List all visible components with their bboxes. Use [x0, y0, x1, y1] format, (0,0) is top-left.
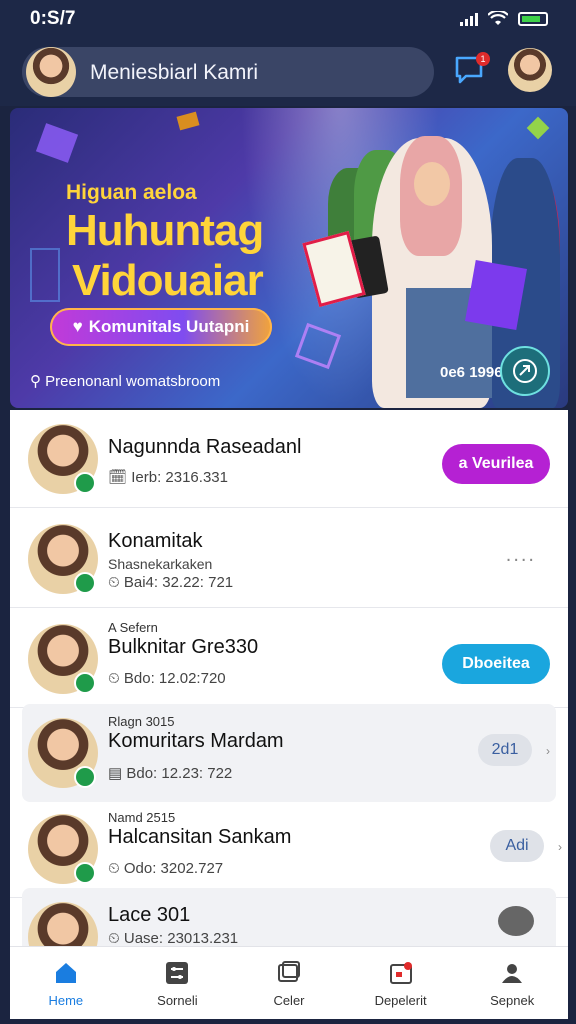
search-bar[interactable]: Meniesbiarl Kamri	[22, 47, 434, 97]
wifi-icon	[488, 11, 508, 25]
online-badge-icon	[74, 862, 96, 884]
user-avatar[interactable]	[26, 47, 76, 97]
item-meta: ⏲ Uase: 23013.231	[108, 930, 238, 946]
notification-badge: 1	[476, 52, 490, 66]
arrow-icon	[513, 359, 537, 383]
item-subtitle: Shasnekarkaken	[108, 556, 213, 572]
list-item[interactable]: Lace 301 ⏲ Uase: 23013.231	[22, 888, 556, 946]
heart-icon: ♥	[72, 317, 83, 336]
clock-icon: ⏲	[108, 574, 124, 591]
hero-subtitle-text: Preenonanl womatsbroom	[45, 373, 221, 390]
pin-icon: ⚲	[30, 373, 46, 390]
nav-profile[interactable]: Sepnek	[456, 947, 568, 1019]
nav-label: Celer	[273, 992, 305, 1008]
chevron-right-icon: ›	[546, 744, 550, 758]
signal-icon	[460, 12, 478, 26]
home-icon	[55, 962, 76, 983]
app-header: Meniesbiarl Kamri 1	[0, 38, 576, 106]
status-icons	[460, 11, 548, 27]
chevron-right-icon: ›	[558, 840, 562, 854]
battery-icon	[518, 12, 548, 26]
list-item[interactable]: Rlagn 3015 Komuritars Mardam ▤ Bdo: 12.2…	[22, 704, 556, 802]
item-name: Nagunnda Raseadanl	[108, 436, 302, 458]
confetti-shape	[30, 248, 60, 302]
online-badge-icon	[74, 766, 96, 788]
hero-next-button[interactable]	[500, 346, 550, 396]
nav-settings[interactable]: Sorneli	[122, 947, 234, 1019]
item-kicker: Namd 2515	[108, 810, 176, 825]
header-title: Meniesbiarl Kamri	[90, 61, 259, 84]
item-meta-text: Bdo: 12.23: 722	[126, 765, 233, 782]
calendar-icon: 🗓	[108, 469, 132, 486]
confetti-shape	[176, 111, 200, 131]
clock-icon: ⏲	[108, 930, 124, 946]
item-meta: 🗓 Ierb: 2316.331	[108, 468, 228, 486]
item-meta: ⏲ Odo: 3202.727	[108, 860, 223, 877]
nav-label: Sepnek	[490, 992, 535, 1008]
community-list: Nagunnda Raseadanl 🗓 Ierb: 2316.331 a Ve…	[10, 410, 568, 946]
nav-gallery[interactable]: Celer	[233, 947, 345, 1019]
join-button[interactable]: a Veurilea	[442, 444, 550, 484]
hero-cta-label: Komunitals Uutapni	[88, 317, 250, 336]
calendar-icon: ▤	[108, 765, 127, 782]
group-chat-icon[interactable]	[498, 906, 534, 936]
item-meta-text: Uase: 23013.231	[123, 930, 239, 946]
nav-label: Sorneli	[157, 992, 198, 1008]
hero-cta-button[interactable]: ♥ Komunitals Uutapni	[50, 308, 272, 346]
hero-banner[interactable]: Higuan aeloa Huhuntag Vidouaiar ♥ Komuni…	[10, 108, 568, 408]
online-badge-icon	[74, 472, 96, 494]
profile-avatar[interactable]	[508, 48, 552, 92]
item-meta: ⏲ Bdo: 12.02:720	[108, 670, 226, 687]
online-badge-icon	[74, 572, 96, 594]
list-item[interactable]: Namd 2515 Halcansitan Sankam ⏲ Odo: 3202…	[10, 800, 568, 898]
item-meta-text: Bai4: 32.22: 721	[123, 574, 234, 591]
hero-subtitle: ⚲ Preenonanl womatsbroom	[30, 372, 220, 390]
item-meta-text: Odo: 3202.727	[123, 860, 224, 877]
member-count-pill[interactable]: 2d1	[478, 734, 532, 766]
bottom-navigation: Heme Sorneli Celer Depelerit Sepnek	[10, 946, 568, 1019]
item-meta-text: Ierb: 2316.331	[131, 469, 228, 486]
item-name: Lace 301	[108, 904, 191, 926]
item-kicker: A Sefern	[108, 620, 158, 635]
hero-kicker: Higuan aeloa	[66, 181, 197, 204]
item-name: Bulknitar Gre330	[108, 636, 259, 658]
list-item[interactable]: Konamitak Shasnekarkaken ⏲ Bai4: 32.22: …	[10, 510, 568, 608]
item-meta: ⏲ Bai4: 32.22: 721	[108, 574, 233, 591]
clock-icon: ⏲	[108, 860, 124, 877]
messages-button[interactable]: 1	[452, 52, 492, 92]
calendar-badge-icon	[389, 961, 412, 984]
profile-icon	[502, 963, 523, 983]
item-meta-text: Bdo: 12.02:720	[123, 670, 226, 687]
item-kicker: Rlagn 3015	[108, 714, 175, 729]
more-options-button[interactable]: ....	[506, 544, 536, 567]
status-time: 0:S/7	[30, 8, 76, 29]
avatar	[28, 902, 98, 946]
item-name: Halcansitan Sankam	[108, 826, 292, 848]
nav-label: Heme	[48, 992, 84, 1008]
hero-title-line2: Vidouaiar	[72, 256, 264, 305]
sliders-icon	[166, 961, 189, 984]
gallery-icon	[277, 960, 300, 982]
hero-title-line1: Huhuntag	[66, 206, 264, 255]
status-bar: 0:S/7	[0, 0, 576, 38]
nav-events[interactable]: Depelerit	[345, 947, 457, 1019]
follow-button[interactable]: Dboeitea	[442, 644, 550, 684]
confetti-shape	[35, 123, 79, 163]
clock-icon: ⏲	[108, 670, 124, 687]
item-name: Komuritars Mardam	[108, 730, 284, 752]
nav-home[interactable]: Heme	[10, 947, 122, 1019]
hero-count: 0e6 1996	[440, 364, 503, 381]
item-name: Konamitak	[108, 530, 203, 552]
list-item[interactable]: A Sefern Bulknitar Gre330 ⏲ Bdo: 12.02:7…	[10, 610, 568, 708]
item-meta: ▤ Bdo: 12.23: 722	[108, 764, 232, 782]
add-pill[interactable]: Adi	[490, 830, 544, 862]
online-badge-icon	[74, 672, 96, 694]
nav-label: Depelerit	[374, 992, 427, 1008]
list-item[interactable]: Nagunnda Raseadanl 🗓 Ierb: 2316.331 a Ve…	[10, 410, 568, 508]
